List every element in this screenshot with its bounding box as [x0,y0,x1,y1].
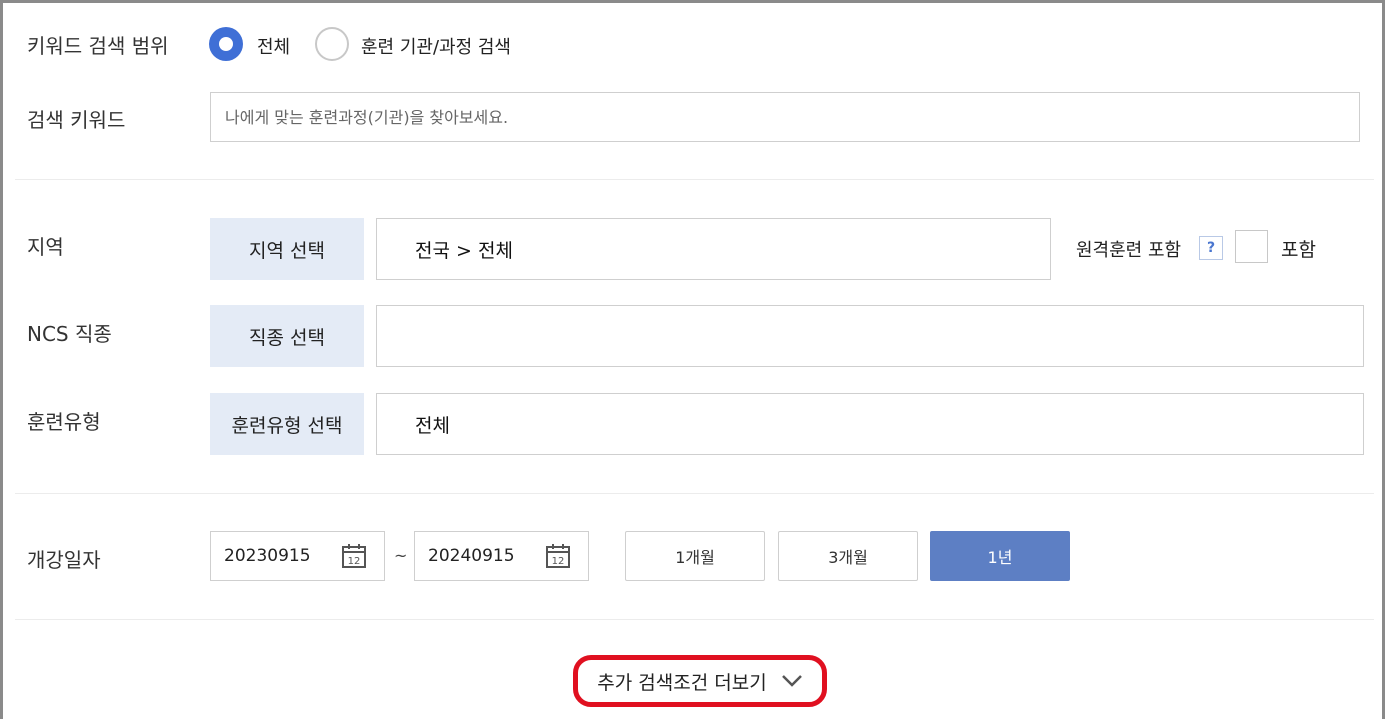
remote-include-checkbox[interactable] [1235,230,1268,263]
training-type-label: 훈련유형 [27,410,101,434]
date-range-separator: ~ [394,546,408,565]
calendar-icon[interactable]: 12 [341,543,367,569]
divider [15,179,1374,180]
radio-institution-course-label: 훈련 기관/과정 검색 [361,37,511,58]
ncs-select-button[interactable]: 직종 선택 [210,305,364,367]
radio-institution-course[interactable]: 훈련 기관/과정 검색 [315,27,525,63]
start-date-value: 20230915 [224,546,311,566]
calendar-day-text: 12 [552,556,565,567]
training-type-select-button[interactable]: 훈련유형 선택 [210,393,364,455]
calendar-day-text: 12 [348,556,361,567]
radio-all-indicator[interactable] [209,27,243,61]
keyword-input[interactable] [210,92,1360,142]
start-date-input[interactable]: 20230915 12 [210,531,385,581]
keyword-label: 검색 키워드 [27,108,126,132]
end-date-value: 20240915 [428,546,515,566]
region-select-button[interactable]: 지역 선택 [210,218,364,280]
more-search-conditions-label: 추가 검색조건 더보기 [597,671,767,694]
period-3-month-button[interactable]: 3개월 [778,531,918,581]
training-type-value: 전체 [415,414,450,437]
radio-all[interactable]: 전체 [209,27,299,63]
divider [15,619,1374,620]
period-1-month-button[interactable]: 1개월 [625,531,765,581]
region-value: 전국 > 전체 [415,239,513,262]
region-label: 지역 [27,235,64,259]
chevron-down-icon [781,675,802,687]
divider [15,493,1374,494]
region-value-field[interactable]: 전국 > 전체 [376,218,1051,280]
calendar-icon[interactable]: 12 [545,543,571,569]
ncs-label: NCS 직종 [27,322,112,346]
more-search-conditions-button[interactable]: 추가 검색조건 더보기 [573,655,827,707]
end-date-input[interactable]: 20240915 12 [414,531,589,581]
scope-label: 키워드 검색 범위 [27,34,169,58]
ncs-value-field[interactable] [376,305,1364,367]
training-type-value-field[interactable]: 전체 [376,393,1364,455]
period-1-year-button[interactable]: 1년 [930,531,1070,581]
include-label: 포함 [1281,239,1316,261]
help-icon[interactable]: ? [1199,236,1223,260]
remote-training-label: 원격훈련 포함 [1076,240,1182,261]
start-date-label: 개강일자 [27,548,101,572]
search-panel: 키워드 검색 범위 전체 훈련 기관/과정 검색 검색 키워드 지역 지역 선택… [0,0,1385,719]
radio-all-label: 전체 [257,37,291,58]
radio-institution-course-indicator[interactable] [315,27,349,61]
